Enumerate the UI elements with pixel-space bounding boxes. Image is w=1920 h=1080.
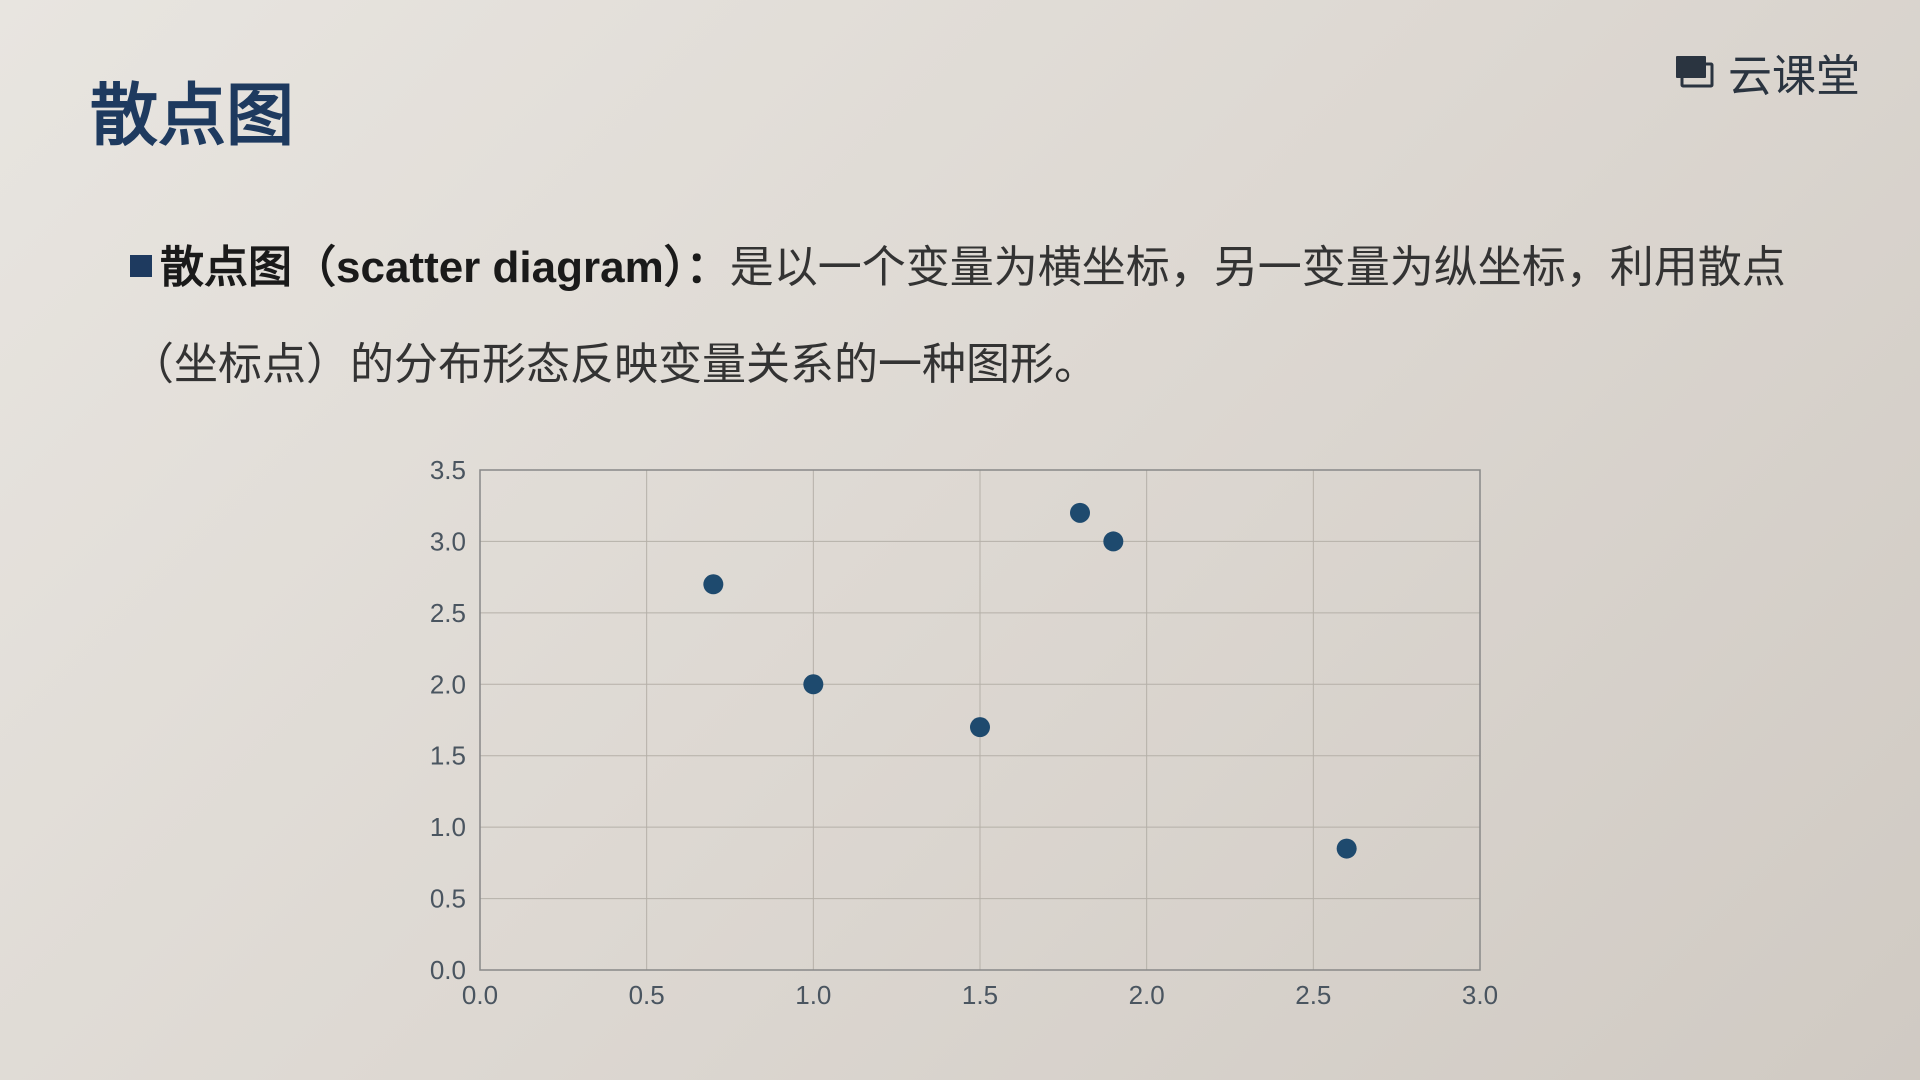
svg-text:1.0: 1.0 [430, 812, 466, 842]
svg-text:0.0: 0.0 [430, 955, 466, 985]
bullet-icon [130, 255, 152, 277]
chart-svg: 0.0 0.5 1.0 1.5 2.0 2.5 3.0 3.5 0.0 0.5 1.0 1.5 2.0 2… [400, 460, 1520, 1020]
svg-text:0.5: 0.5 [430, 884, 466, 914]
svg-text:3.0: 3.0 [1462, 980, 1498, 1010]
svg-text:3.0: 3.0 [430, 526, 466, 556]
data-point [1103, 531, 1123, 551]
data-point [703, 574, 723, 594]
svg-text:1.5: 1.5 [962, 980, 998, 1010]
data-point [1070, 503, 1090, 523]
data-point [1337, 839, 1357, 859]
svg-text:2.0: 2.0 [430, 669, 466, 699]
svg-text:0.0: 0.0 [462, 980, 498, 1010]
description-text: 散点图（scatter diagram）：是以一个变量为横坐标，另一变量为纵坐标… [130, 220, 1820, 414]
header-brand: 云课堂 [1672, 40, 1860, 104]
page-title: 散点图 [90, 60, 294, 159]
data-point [970, 717, 990, 737]
data-point [803, 674, 823, 694]
svg-text:0.5: 0.5 [629, 980, 665, 1010]
svg-text:3.5: 3.5 [430, 460, 466, 485]
svg-text:2.0: 2.0 [1129, 980, 1165, 1010]
cloud-classroom-icon [1672, 50, 1716, 94]
scatter-chart: 0.0 0.5 1.0 1.5 2.0 2.5 3.0 3.5 0.0 0.5 1.0 1.5 2.0 2… [400, 460, 1520, 1020]
svg-text:1.0: 1.0 [795, 980, 831, 1010]
brand-text: 云课堂 [1728, 40, 1860, 104]
svg-text:2.5: 2.5 [430, 598, 466, 628]
svg-text:1.5: 1.5 [430, 741, 466, 771]
definition-term: 散点图（scatter diagram）： [160, 243, 730, 292]
svg-text:2.5: 2.5 [1295, 980, 1331, 1010]
